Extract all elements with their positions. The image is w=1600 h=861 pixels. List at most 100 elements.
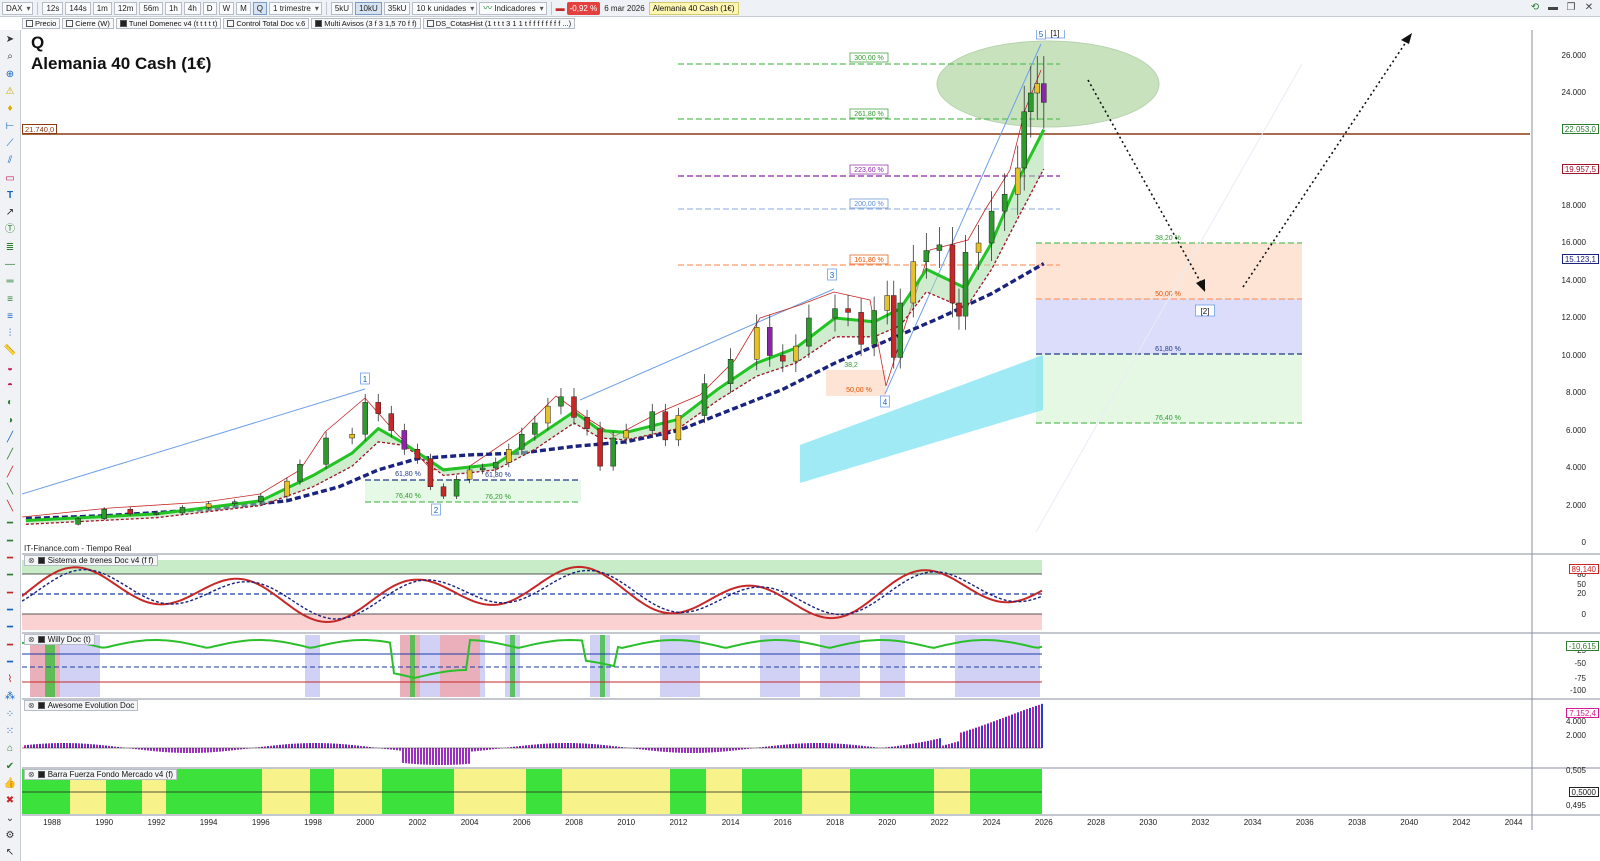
- ellipse-icon[interactable]: ◓: [2, 378, 18, 394]
- legend-item-close[interactable]: Cierre (W): [62, 18, 114, 29]
- awesome-histogram-bar: [72, 743, 74, 748]
- horizontal-segment-icon[interactable]: ━: [2, 551, 18, 567]
- close-icon[interactable]: ⊗: [28, 701, 35, 710]
- close-icon[interactable]: ⊗: [28, 635, 35, 644]
- level-line-icon[interactable]: ═: [2, 274, 18, 290]
- shape-icon[interactable]: ◑: [2, 413, 18, 429]
- interval-button-1h[interactable]: 1h: [164, 1, 182, 15]
- pattern-icon[interactable]: ⁂: [2, 689, 18, 705]
- indicators-button[interactable]: 〰 Indicadores: [479, 1, 547, 15]
- horizontal-segment-icon[interactable]: ━: [2, 603, 18, 619]
- arrow-icon[interactable]: ↗: [2, 205, 18, 221]
- fibonacci-icon[interactable]: ≣: [2, 240, 18, 256]
- barra-fuerza-segment: [874, 769, 886, 814]
- units-select[interactable]: 10 k unidades: [412, 1, 478, 15]
- panel-header-awesome[interactable]: ⊗ Awesome Evolution Doc: [24, 700, 139, 711]
- alert-icon[interactable]: ♦: [2, 101, 18, 117]
- interval-button-m[interactable]: M: [236, 1, 251, 15]
- legend-item-cotashist[interactable]: DS_CotasHist (1 t t t 3 1 1 t f f f f f …: [422, 18, 576, 29]
- interval-button-q[interactable]: Q: [252, 1, 268, 15]
- chart-canvas[interactable]: 300,00 %261,80 %223,60 %200,00 %161,80 %…: [22, 30, 1600, 830]
- horizontal-segment-icon[interactable]: ━: [2, 620, 18, 636]
- line-tool-icon[interactable]: ╲: [2, 499, 18, 515]
- close-icon[interactable]: ✕: [1582, 1, 1596, 15]
- interval-button-4h[interactable]: 4h: [183, 1, 201, 15]
- magnet-icon[interactable]: ⌂: [2, 741, 18, 757]
- legend-item-price[interactable]: Precio: [22, 18, 61, 29]
- awesome-histogram-bar: [48, 743, 50, 748]
- interval-button-12s[interactable]: 12s: [42, 1, 64, 15]
- horizontal-segment-icon[interactable]: ━: [2, 568, 18, 584]
- pattern-icon[interactable]: ⌇: [2, 672, 18, 688]
- horizontal-segment-icon[interactable]: ━: [2, 586, 18, 602]
- cursor-icon[interactable]: ➤: [2, 32, 18, 48]
- awesome-histogram-bar: [63, 743, 65, 748]
- horizontal-segment-icon[interactable]: ━: [2, 534, 18, 550]
- panel-header-willy[interactable]: ⊗ Willy Doc (t): [24, 634, 95, 645]
- close-icon[interactable]: ⊗: [28, 770, 35, 779]
- ellipse-icon[interactable]: ◒: [2, 361, 18, 377]
- unit-button-10ku[interactable]: 10kU: [355, 1, 382, 15]
- interval-button-56m[interactable]: 56m: [139, 1, 163, 15]
- ruler-icon[interactable]: 📏: [2, 343, 18, 359]
- legend-label: Multi Avisos (3 f 3 1,5 70 f f): [324, 19, 417, 28]
- panel-header-trenes[interactable]: ⊗ Sistema de trenes Doc v4 (f f): [24, 555, 158, 566]
- text-box-icon[interactable]: Ⓣ: [2, 222, 18, 238]
- level-line-icon[interactable]: ≡: [2, 291, 18, 307]
- checkbox-icon: [119, 20, 127, 27]
- level-line-icon[interactable]: ≡: [2, 309, 18, 325]
- level-line-icon[interactable]: ⫶: [2, 326, 18, 342]
- wave-label: [1]: [1051, 30, 1060, 38]
- maximize-icon[interactable]: ❐: [1564, 1, 1578, 15]
- delete-icon[interactable]: ✖: [2, 793, 18, 809]
- legend-item-tunel[interactable]: Tunel Domenec v4 (t t t t t): [115, 18, 222, 29]
- horizontal-segment-icon[interactable]: ━: [2, 655, 18, 671]
- legend-item-multi-avisos[interactable]: Multi Avisos (3 f 3 1,5 70 f f): [311, 18, 421, 29]
- interval-button-w[interactable]: W: [218, 1, 235, 15]
- channel-icon[interactable]: ⫽: [2, 153, 18, 169]
- level-line-icon[interactable]: —: [2, 257, 18, 273]
- interval-button-12m[interactable]: 12m: [113, 1, 138, 15]
- line-tool-icon[interactable]: ╱: [2, 447, 18, 463]
- rectangle-icon[interactable]: ▭: [2, 170, 18, 186]
- warning-icon[interactable]: ⚠: [2, 84, 18, 100]
- awesome-histogram-bar: [51, 743, 53, 748]
- zoom-icon[interactable]: ⌕: [2, 49, 18, 65]
- shortcut-icon[interactable]: ↖: [2, 845, 18, 861]
- minimize-icon[interactable]: ▬: [1546, 1, 1560, 15]
- barra-fuerza-segment: [526, 769, 538, 814]
- time-axis-tick: 1990: [95, 818, 114, 827]
- symbol-select[interactable]: DAX: [2, 1, 34, 15]
- window-controls: ⟲ ▬ ❐ ✕: [1528, 1, 1596, 15]
- horizontal-segment-icon[interactable]: ━: [2, 516, 18, 532]
- line-tool-icon[interactable]: ╱: [2, 464, 18, 480]
- checkmark-icon[interactable]: ✔: [2, 758, 18, 774]
- interval-button-d[interactable]: D: [202, 1, 217, 15]
- text-icon[interactable]: T: [2, 188, 18, 204]
- legend-item-control-total[interactable]: Control Total Doc v.6: [223, 18, 310, 29]
- close-icon[interactable]: ⊗: [28, 556, 35, 565]
- period-select[interactable]: 1 trimestre: [269, 1, 322, 15]
- horizontal-line-icon[interactable]: ⊢: [2, 118, 18, 134]
- interval-button-144s[interactable]: 144s: [65, 1, 91, 15]
- line-tool-icon[interactable]: ╲: [2, 482, 18, 498]
- unit-button-35ku[interactable]: 35kU: [383, 1, 411, 15]
- collapse-icon[interactable]: ⌄: [2, 810, 18, 826]
- awesome-histogram-bar: [42, 743, 44, 748]
- thumbs-up-icon[interactable]: 👍: [2, 776, 18, 792]
- awesome-histogram-bar: [699, 748, 701, 753]
- horizontal-level-tag[interactable]: 21.740,0: [22, 124, 58, 134]
- line-tool-icon[interactable]: ╱: [2, 430, 18, 446]
- price-candle: [1021, 111, 1027, 169]
- pattern-icon[interactable]: ⁙: [2, 724, 18, 740]
- zoom-in-icon[interactable]: ⊕: [2, 67, 18, 83]
- panel-header-barra-fuerza[interactable]: ⊗ Barra Fuerza Fondo Mercado v4 (f): [24, 769, 178, 780]
- horizontal-segment-icon[interactable]: ━: [2, 637, 18, 653]
- link-icon[interactable]: ⟲: [1528, 1, 1542, 15]
- settings-icon[interactable]: ⚙: [2, 828, 18, 844]
- interval-button-1m[interactable]: 1m: [92, 1, 112, 15]
- trendline-icon[interactable]: ⟋: [2, 136, 18, 152]
- shape-icon[interactable]: ◐: [2, 395, 18, 411]
- pattern-icon[interactable]: ⁘: [2, 707, 18, 723]
- unit-button-5ku[interactable]: 5kU: [330, 1, 354, 15]
